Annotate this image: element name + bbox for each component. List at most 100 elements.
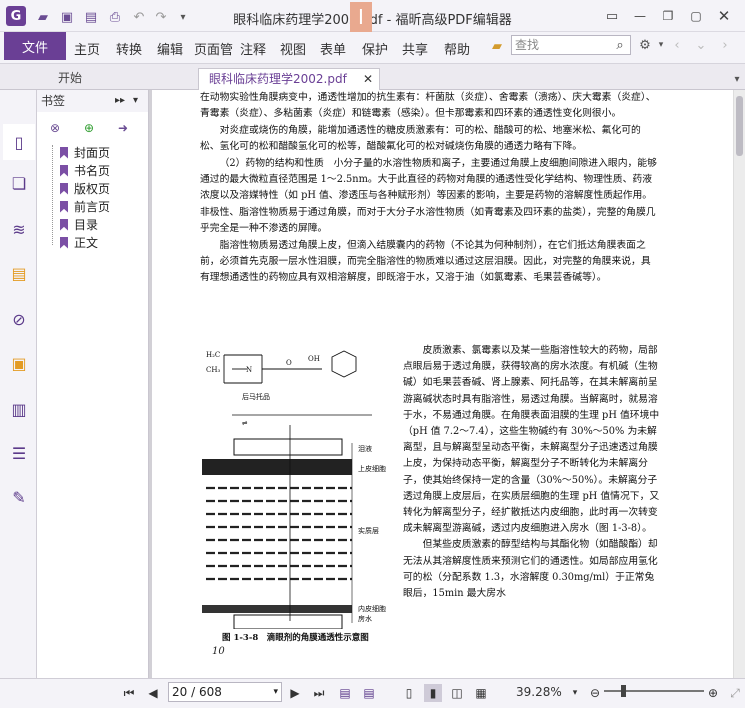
bookmark-item[interactable]: 书名页	[60, 162, 110, 179]
paragraph: 对炎症或烧伤的角膜，能增加通透性的糖皮质激素有：可的松、醋酸可的松、地塞米松、氟…	[200, 124, 641, 153]
svg-text:H₂C: H₂C	[206, 351, 220, 359]
layer-aqueous-label: 房水	[358, 614, 372, 623]
menu-form[interactable]: 表单	[320, 39, 346, 58]
body-text: 在动物实验性角膜病变中，通透性增加的抗生素有：杆菌肽（炎症）、舍霉素（溃疡）、庆…	[200, 90, 660, 287]
nav-down-icon[interactable]: ⌄	[692, 36, 710, 54]
paragraph: 脂溶性物质易透过角膜上皮，但滴入结膜囊内的药物（不论其为何种制剂），在它们抵达角…	[200, 239, 651, 284]
first-page-icon[interactable]: ⏮	[120, 684, 138, 702]
corneal-permeability-figure: H₂C CH₃ N O OH 后马托品 ⇌ 泪液 上皮细胞 实质层 内皮细胞 房…	[202, 350, 386, 629]
bookmark-label: 正文	[74, 236, 99, 250]
paragraph: 但某些皮质激素的醇型结构与其酯化物（如醋酸酯）却无法从其溶解度性质来预测它们的通…	[403, 539, 658, 600]
bookmark-label: 前言页	[74, 200, 111, 214]
menu-view[interactable]: 视图	[280, 39, 306, 58]
menu-comment[interactable]: 注释	[240, 39, 266, 58]
minimize-icon[interactable]: —	[628, 4, 652, 28]
scrollbar-thumb[interactable]	[736, 96, 743, 156]
paragraph: 在动物实验性角膜病变中，通透性增加的抗生素有：杆菌肽（炎症）、舍霉素（溃疡）、庆…	[200, 92, 656, 120]
vertical-scrollbar[interactable]	[733, 90, 745, 678]
bookmark-item[interactable]: 目录	[60, 216, 98, 233]
right-column-text: 皮质激素、氯霉素以及某一些脂溶性较大的药物，局部点眼后易于透过角膜，获得较高的房…	[403, 343, 661, 602]
menu-home[interactable]: 主页	[74, 39, 100, 58]
pages-panel-icon[interactable]: ❏	[8, 172, 30, 194]
bookmark-add-icon[interactable]: ⊕	[81, 120, 97, 136]
previous-view-icon[interactable]: ▤	[336, 684, 354, 702]
nav-back-icon[interactable]: ‹	[668, 36, 686, 54]
nav-forward-icon[interactable]: ›	[716, 36, 734, 54]
layer-stroma-label: 实质层	[358, 526, 379, 535]
page-number-input[interactable]: 20 / 608 ▾	[168, 682, 282, 702]
title-bar: G ▰ ▣ ▤ ⎙ ↶ ↷ ▾ 眼科临床药理学2002.pdf - 福昕高级PD…	[0, 0, 745, 32]
facing-page-icon[interactable]: ◫	[448, 684, 466, 702]
maximize-icon[interactable]: ▢	[684, 4, 708, 28]
compound-label: 后马托品	[242, 392, 270, 401]
menu-page[interactable]: 页面管	[194, 39, 237, 58]
last-page-icon[interactable]: ⏭	[310, 684, 328, 702]
panel-options-icon[interactable]: ▾	[133, 90, 138, 112]
layer-endothelium-label: 内皮细胞	[358, 604, 386, 613]
signature-panel-icon[interactable]: ✎	[8, 486, 30, 508]
menu-help[interactable]: 帮助	[444, 39, 470, 58]
pdf-page: 在动物实验性角膜病变中，通透性增加的抗生素有：杆菌肽（炎症）、舍霉素（溃疡）、庆…	[152, 90, 736, 678]
document-properties-icon[interactable]: ▥	[8, 398, 30, 420]
bookmarks-panel-icon[interactable]: ▯	[3, 124, 35, 160]
bookmark-label: 版权页	[74, 182, 111, 196]
svg-text:OH: OH	[308, 355, 320, 363]
layers-panel-icon[interactable]: ≋	[8, 218, 30, 240]
tab-list-dropdown-icon[interactable]: ▾	[728, 70, 745, 88]
expand-panel-icon[interactable]: ▸▸	[115, 90, 125, 112]
tab-document[interactable]: 眼科临床药理学2002.pdf ✕	[198, 68, 380, 90]
content-panel-icon[interactable]: ☰	[8, 442, 30, 464]
bookmark-label: 封面页	[74, 146, 111, 160]
bookmark-item[interactable]: 前言页	[60, 198, 110, 215]
security-lock-icon[interactable]: ▣	[8, 352, 30, 374]
menu-protect[interactable]: 保护	[362, 39, 388, 58]
attachments-panel-icon[interactable]: ⊘	[8, 308, 30, 330]
bookmark-goto-icon[interactable]: ➜	[115, 120, 131, 136]
restore-icon[interactable]: ❐	[656, 4, 680, 28]
page-dropdown-icon[interactable]: ▾	[273, 683, 278, 701]
bookmark-flag-icon	[60, 236, 68, 249]
close-icon[interactable]: ✕	[712, 4, 736, 28]
bookmark-delete-icon[interactable]: ⊗	[47, 120, 63, 136]
zoom-in-icon[interactable]: ⊕	[704, 684, 722, 702]
search-icon[interactable]: ⌕	[611, 36, 629, 54]
bookmark-item[interactable]: 正文	[60, 234, 98, 251]
bookmark-flag-icon	[60, 164, 68, 177]
zoom-out-icon[interactable]: ⊖	[586, 684, 604, 702]
tab-close-icon[interactable]: ✕	[363, 69, 373, 90]
tab-document-label: 眼科临床药理学2002.pdf	[209, 72, 347, 86]
bookmarks-title: 书签	[41, 94, 66, 108]
bookmark-item[interactable]: 版权页	[60, 180, 110, 197]
comments-panel-icon[interactable]: ▤	[8, 262, 30, 284]
bookmark-flag-icon	[60, 182, 68, 195]
folder-search-icon[interactable]: ▰	[488, 37, 506, 55]
overlay-badge: I	[350, 2, 372, 32]
file-menu-button[interactable]: 文件	[4, 32, 66, 60]
zoom-slider-thumb[interactable]	[621, 685, 626, 697]
next-view-icon[interactable]: ▤	[360, 684, 378, 702]
prev-page-icon[interactable]: ◀	[144, 684, 162, 702]
menu-convert[interactable]: 转换	[116, 39, 142, 58]
menu-edit[interactable]: 编辑	[157, 39, 183, 58]
ribbon-toggle-icon[interactable]: ▭	[600, 4, 624, 28]
bookmark-flag-icon	[60, 200, 68, 213]
paragraph: 皮质激素、氯霉素以及某一些脂溶性较大的药物，局部点眼后易于透过角膜，获得较高的房…	[403, 345, 660, 535]
layer-tear-label: 泪液	[358, 444, 372, 453]
navigation-sidebar: ▯ ❏ ≋ ▤ ⊘ ▣ ▥ ☰ ✎	[0, 90, 37, 678]
zoom-slider[interactable]	[604, 690, 704, 692]
svg-text:CH₃: CH₃	[206, 366, 220, 374]
paragraph: （2）药物的结构和性质 小分子量的水溶性物质和离子，主要通过角膜上皮细胞间隙进入…	[200, 157, 657, 235]
bookmark-item[interactable]: 封面页	[60, 144, 110, 161]
bookmarks-header: 书签 ▸▸ ▾	[37, 90, 148, 112]
fullscreen-icon[interactable]: ⤢	[726, 684, 744, 702]
continuous-page-icon[interactable]: ▮	[424, 684, 442, 702]
zoom-dropdown-icon[interactable]: ▾	[566, 684, 584, 702]
continuous-facing-icon[interactable]: ▦	[472, 684, 490, 702]
single-page-icon[interactable]: ▯	[400, 684, 418, 702]
tab-start[interactable]: 开始	[48, 68, 92, 90]
document-viewer[interactable]: 在动物实验性角膜病变中，通透性增加的抗生素有：杆菌肽（炎症）、舍霉素（溃疡）、庆…	[149, 90, 745, 678]
svg-text:O: O	[286, 359, 292, 367]
page-number-value: 20 / 608	[172, 685, 222, 699]
menu-share[interactable]: 共享	[402, 39, 428, 58]
next-page-icon[interactable]: ▶	[286, 684, 304, 702]
